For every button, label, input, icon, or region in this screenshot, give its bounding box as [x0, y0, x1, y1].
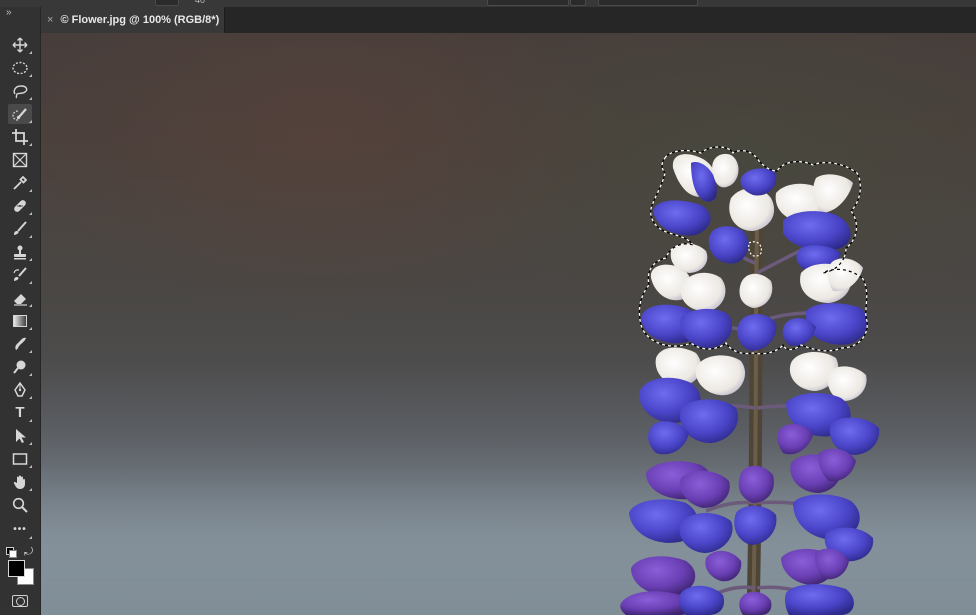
type-icon: T: [15, 404, 25, 421]
dodge-icon: [13, 360, 26, 374]
healing-brush-icon: [14, 200, 26, 212]
eyedropper-icon: [13, 175, 28, 190]
smudge-tool[interactable]: [8, 334, 32, 354]
zoom-tool[interactable]: [8, 495, 32, 515]
zoom-icon: [12, 497, 28, 513]
quick-selection-tool[interactable]: [8, 104, 32, 124]
pen-tool[interactable]: [8, 380, 32, 400]
hand-tool[interactable]: [8, 472, 32, 492]
default-colors-icon[interactable]: [6, 547, 17, 558]
crop-tool[interactable]: [8, 127, 32, 147]
foreground-color-swatch[interactable]: [8, 560, 25, 577]
tools-panel: » T ••• ⤾: [0, 7, 41, 615]
history-brush-icon: [13, 267, 27, 281]
options-field[interactable]: [155, 0, 179, 6]
close-tab-icon[interactable]: ×: [47, 7, 53, 33]
document-tab[interactable]: × © Flower.jpg @ 100% (RGB/8*): [41, 7, 225, 33]
more-tools-button[interactable]: •••: [8, 520, 32, 540]
document-tab-bar: × © Flower.jpg @ 100% (RGB/8*): [41, 7, 976, 33]
frame-icon: [12, 152, 28, 168]
brush-icon: [14, 221, 27, 235]
gradient-icon: [13, 315, 27, 327]
clone-stamp-icon: [14, 245, 26, 260]
eyedropper-tool[interactable]: [8, 173, 32, 193]
healing-brush-tool[interactable]: [8, 196, 32, 216]
rectangle-icon: [12, 453, 28, 465]
pen-icon: [14, 381, 26, 397]
move-icon: [12, 37, 28, 53]
options-value: 40: [195, 0, 206, 5]
gradient-tool[interactable]: [8, 311, 32, 331]
path-selection-icon: [16, 429, 26, 443]
clone-stamp-tool[interactable]: [8, 242, 32, 262]
lupine-flower-image: [620, 146, 880, 615]
options-button[interactable]: [598, 0, 698, 6]
collapse-panel-button[interactable]: »: [6, 7, 11, 19]
quick-mask-icon[interactable]: [12, 595, 28, 607]
options-dropdown-small[interactable]: [570, 0, 586, 6]
crop-icon: [12, 129, 28, 145]
document-canvas[interactable]: [41, 33, 976, 615]
smudge-icon: [15, 337, 26, 350]
swap-colors-icon[interactable]: ⤾: [24, 546, 33, 559]
brush-tool[interactable]: [8, 219, 32, 239]
hand-icon: [13, 475, 25, 489]
move-tool[interactable]: [8, 35, 32, 55]
elliptical-marquee-icon: [12, 61, 28, 75]
options-dropdown[interactable]: [487, 0, 569, 6]
marquee-tool[interactable]: [8, 58, 32, 78]
history-brush-tool[interactable]: [8, 265, 32, 285]
lasso-tool[interactable]: [8, 81, 32, 101]
frame-tool[interactable]: [8, 150, 32, 170]
document-tab-title: © Flower.jpg @ 100% (RGB/8*): [60, 14, 220, 26]
lasso-icon: [13, 85, 28, 99]
color-swatches: ⤾: [6, 546, 36, 589]
dodge-tool[interactable]: [8, 357, 32, 377]
eraser-tool[interactable]: [8, 288, 32, 308]
photoshop-window: 40 » T ••• ⤾ × © Flower.jpg @ 100% (RGB/…: [0, 0, 976, 615]
type-tool[interactable]: T: [8, 403, 32, 423]
eraser-icon: [14, 294, 27, 306]
rectangle-tool[interactable]: [8, 449, 32, 469]
quick-selection-icon: [12, 108, 27, 121]
more-tools-icon: •••: [13, 524, 27, 535]
path-selection-tool[interactable]: [8, 426, 32, 446]
